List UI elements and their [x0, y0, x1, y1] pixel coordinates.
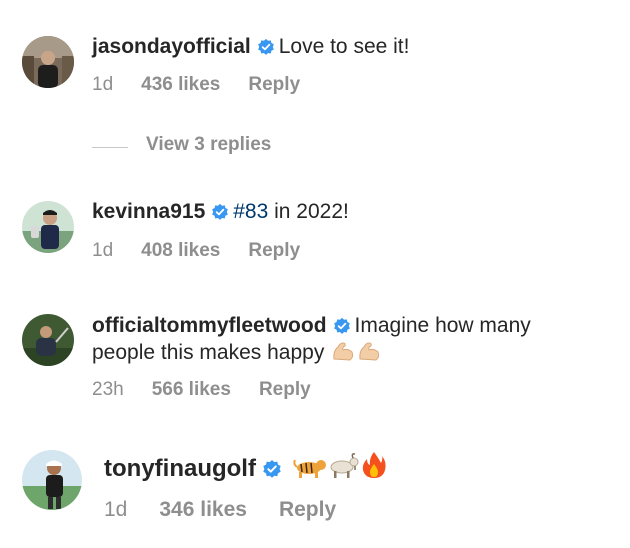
avatar[interactable] [22, 450, 82, 510]
username[interactable]: kevinna915 [92, 200, 205, 223]
timestamp: 1d [104, 498, 128, 521]
timestamp: 1d [92, 240, 114, 261]
verified-badge-icon [333, 315, 351, 342]
comment-body: kevinna915 #83 in 2022! [92, 198, 349, 228]
verified-badge-icon [262, 457, 282, 487]
comment-meta: 1d 436 likes Reply [92, 74, 300, 96]
likes-count[interactable]: 436 likes [141, 74, 220, 96]
comment-body: tonyfinaugolf [104, 450, 387, 488]
verified-badge-icon [257, 36, 275, 63]
reply-button[interactable]: Reply [259, 379, 311, 401]
comment-body: jasondayofficial Love to see it! [92, 33, 409, 63]
username[interactable]: jasondayofficial [92, 35, 251, 58]
username[interactable]: officialtommyfleetwood [92, 314, 327, 337]
comment-meta: 1d 346 likes Reply [104, 498, 336, 522]
tiger-icon [292, 454, 327, 488]
fire-icon [361, 450, 387, 488]
avatar[interactable] [22, 314, 74, 366]
comment-body-line-2: people this makes happy [92, 339, 382, 370]
comment-text: Love to see it! [278, 35, 410, 58]
likes-count[interactable]: 408 likes [141, 240, 220, 262]
divider [92, 147, 128, 148]
comment-text-continued: people this makes happy [92, 341, 325, 364]
avatar[interactable] [22, 36, 74, 88]
reply-button[interactable]: Reply [248, 74, 300, 96]
reply-button[interactable]: Reply [279, 498, 336, 522]
likes-count[interactable]: 346 likes [159, 498, 247, 522]
comment-body: officialtommyfleetwood Imagine how many [92, 312, 531, 342]
view-replies-label[interactable]: View 3 replies [146, 134, 271, 156]
timestamp: 1d [92, 74, 114, 95]
timestamp: 23h [92, 379, 124, 400]
goat-icon [327, 452, 361, 488]
flexed-biceps-icon [356, 339, 382, 370]
avatar[interactable] [22, 201, 74, 253]
comment-meta: 23h 566 likes Reply [92, 379, 311, 401]
reply-button[interactable]: Reply [248, 240, 300, 262]
verified-badge-icon [211, 201, 229, 228]
comment-text: Imagine how many [354, 314, 531, 337]
username[interactable]: tonyfinaugolf [104, 455, 256, 482]
hashtag-link[interactable]: #83 [233, 200, 268, 223]
comment-meta: 1d 408 likes Reply [92, 240, 300, 262]
likes-count[interactable]: 566 likes [152, 379, 231, 401]
comment-text: in 2022! [268, 200, 349, 223]
flexed-biceps-icon [330, 339, 356, 370]
